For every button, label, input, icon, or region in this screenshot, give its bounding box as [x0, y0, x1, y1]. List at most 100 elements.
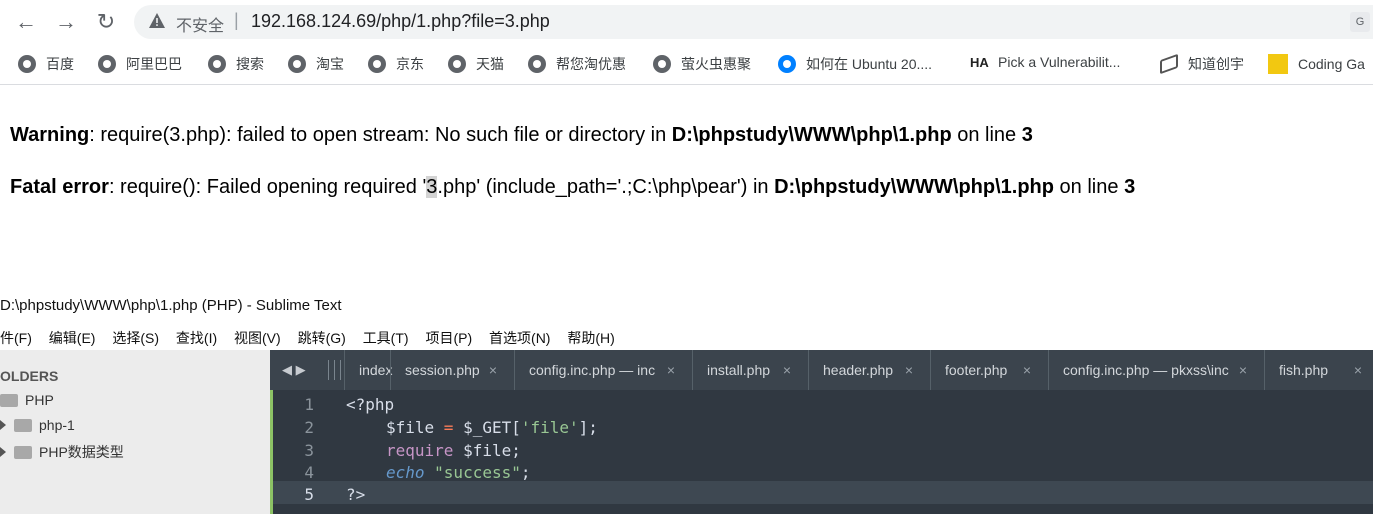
tree-item-php-types[interactable]: PHP数据类型 [0, 442, 124, 462]
fatal-path: D:\phpstudy\WWW\php\1.php [774, 176, 1054, 198]
menu-preferences[interactable]: 首选项(N) [489, 330, 550, 346]
fatal-text-post: .php' (include_path='.;C:\php\pear') in [437, 176, 775, 198]
globe-icon [98, 55, 116, 73]
tab-close-icon[interactable]: × [1239, 350, 1247, 390]
tab-label: index [359, 362, 393, 378]
bookmark-tmall[interactable]: 天猫 [448, 54, 504, 74]
sublime-window: D:\phpstudy\WWW\php\1.php (PHP) - Sublim… [0, 287, 1373, 514]
tab-index[interactable]: index [344, 350, 393, 390]
tab-label: footer.php [945, 362, 1008, 378]
translate-icon[interactable]: G [1350, 12, 1370, 32]
digitalocean-icon [778, 55, 796, 73]
warning-message: Warning: require(3.php): failed to open … [10, 124, 1033, 147]
bookmark-coupons[interactable]: 帮您淘优惠 [528, 54, 626, 74]
tab-close-icon[interactable]: × [667, 350, 675, 390]
window-title: D:\phpstudy\WWW\php\1.php (PHP) - Sublim… [0, 297, 342, 314]
menu-file[interactable]: 件(F) [0, 330, 32, 346]
tab-label: session.php [405, 362, 480, 378]
bookmark-baidu[interactable]: 百度 [18, 54, 74, 74]
tab-bar: ◀ ▶ index session.php × config.inc.php — … [270, 350, 1373, 390]
globe-icon [368, 55, 386, 73]
bookmark-alibaba[interactable]: 阿里巴巴 [98, 54, 182, 74]
code-token: require [386, 441, 454, 460]
forward-button[interactable]: → [54, 10, 78, 34]
tab-header[interactable]: header.php × [808, 350, 925, 390]
bookmark-label: Coding Ga [1298, 56, 1365, 72]
tab-config-inc[interactable]: config.inc.php — inc × [514, 350, 687, 390]
bookmark-label: 阿里巴巴 [126, 56, 182, 72]
bookmark-jd[interactable]: 京东 [368, 54, 424, 74]
sidebar: OLDERS PHP php-1 PHP数据类型 [0, 350, 270, 514]
folder-icon [14, 446, 32, 459]
menu-edit[interactable]: 编辑(E) [49, 330, 96, 346]
code-token: "success" [424, 463, 521, 482]
tree-item-php-1[interactable]: php-1 [0, 417, 75, 433]
address-separator: | [234, 10, 239, 30]
expand-arrow-icon[interactable] [0, 447, 6, 457]
bookmark-taobao[interactable]: 淘宝 [288, 54, 344, 74]
url-text[interactable]: 192.168.124.69/php/1.php?file=3.php [251, 11, 550, 32]
line-number: 5 [304, 485, 314, 504]
tab-config-inc-pkxss[interactable]: config.inc.php — pkxss\inc × [1048, 350, 1259, 390]
globe-icon [653, 55, 671, 73]
menu-goto[interactable]: 跳转(G) [298, 330, 346, 346]
reload-button[interactable]: ↻ [94, 10, 118, 34]
bookmark-label: 百度 [46, 56, 74, 72]
tab-session[interactable]: session.php × [390, 350, 509, 390]
bookmark-firefly[interactable]: 萤火虫惠聚 [653, 54, 751, 74]
tab-label: header.php [823, 362, 894, 378]
pencil-icon [1268, 54, 1288, 74]
bookmark-search[interactable]: 搜索 [208, 54, 264, 74]
expand-arrow-icon[interactable] [0, 420, 6, 430]
tree-root-php[interactable]: PHP [0, 392, 54, 408]
browser-toolbar: ← → ↻ 不安全 | 192.168.124.69/php/1.php?fil… [0, 0, 1373, 44]
bookmark-label: 淘宝 [316, 56, 344, 72]
tab-install[interactable]: install.php × [692, 350, 803, 390]
globe-icon [288, 55, 306, 73]
bookmark-coding-game[interactable]: Coding Ga [1268, 54, 1365, 74]
bookmark-label: 知道创宇 [1188, 56, 1244, 72]
tab-scroll-arrows-icon[interactable]: ◀ ▶ [282, 362, 306, 378]
tab-label: fish.php [1279, 362, 1329, 378]
code-token: ; [520, 463, 531, 482]
tab-footer[interactable]: footer.php × [930, 350, 1043, 390]
back-button[interactable]: ← [14, 10, 38, 34]
menu-tools[interactable]: 工具(T) [363, 330, 409, 346]
ha-icon: HA [970, 55, 989, 70]
tab-close-icon[interactable]: × [489, 350, 497, 390]
code-editor[interactable]: 1 2 3 4 5 <?php $file = $_GET['file']; r… [270, 390, 1373, 514]
bookmark-label: 搜索 [236, 56, 264, 72]
tab-label: install.php [707, 362, 771, 378]
globe-icon [528, 55, 546, 73]
menu-help[interactable]: 帮助(H) [567, 330, 614, 346]
warning-label: Warning [10, 124, 90, 146]
bookmarks-bar: 百度 阿里巴巴 搜索 淘宝 京东 天猫 帮您淘优惠 萤火虫惠聚 如何在 Ubun… [0, 44, 1373, 85]
code-token: $file [386, 418, 435, 437]
warning-path: D:\phpstudy\WWW\php\1.php [671, 124, 952, 146]
code-line: echo "success"; [386, 463, 531, 482]
bookmark-knownsec[interactable]: 知道创宇 [1160, 53, 1244, 75]
line-number: 2 [304, 418, 314, 437]
bookmark-label: 天猫 [476, 56, 504, 72]
line-number: 4 [304, 463, 314, 482]
bookmark-vulnerability[interactable]: HA Pick a Vulnerabilit... [970, 54, 1120, 74]
menu-selection[interactable]: 选择(S) [112, 330, 159, 346]
tab-close-icon[interactable]: × [1023, 350, 1031, 390]
page-content: Warning: require(3.php): failed to open … [0, 85, 1373, 286]
code-token: ]; [578, 418, 598, 437]
insecure-label[interactable]: 不安全 [176, 12, 224, 36]
tab-close-icon[interactable]: × [905, 350, 913, 390]
warning-icon[interactable] [148, 12, 166, 30]
php-close-tag: ?> [346, 485, 366, 504]
bookmark-ubuntu[interactable]: 如何在 Ubuntu 20.... [778, 54, 932, 74]
tree-label: php-1 [39, 417, 75, 433]
menu-view[interactable]: 视图(V) [234, 330, 281, 346]
folder-icon [14, 419, 32, 432]
tab-label: config.inc.php — inc [529, 362, 656, 378]
menu-project[interactable]: 项目(P) [425, 330, 472, 346]
tab-close-icon[interactable]: × [1354, 350, 1362, 390]
tab-close-icon[interactable]: × [783, 350, 791, 390]
tab-fish[interactable]: fish.php × [1264, 350, 1373, 390]
fatal-error-message: Fatal error: require(): Failed opening r… [10, 176, 1135, 199]
menu-find[interactable]: 查找(I) [176, 330, 217, 346]
